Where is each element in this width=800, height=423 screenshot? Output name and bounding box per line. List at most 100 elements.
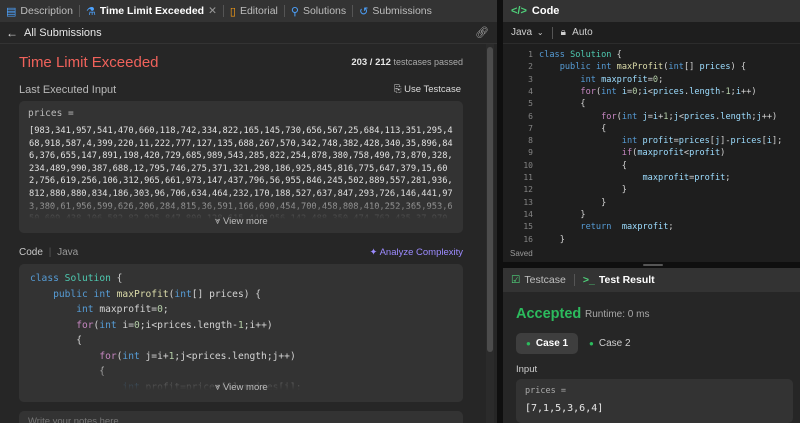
line-number: 8 [528,136,533,146]
last-input-box: prices = [983,341,957,541,470,660,118,74… [19,101,463,233]
use-testcase-button[interactable]: ⎘ Use Testcase [394,84,461,95]
line-number: 1 [528,50,533,59]
auto-mode-button[interactable]: 🔒︎ Auto [561,27,593,38]
view-more-input-button[interactable]: ⩔ View more [215,216,268,227]
last-input-label: Last Executed Input [19,84,117,96]
chevrons-down-icon: ⩔ [215,382,221,393]
analyze-label: Analyze Complexity [379,247,463,258]
tab-test-result[interactable]: >_ Test Result [583,274,655,286]
input-var-name: prices = [28,108,74,119]
passed-count: 203 / 212 [351,57,391,68]
fade-overlay [19,193,463,233]
pass-dot-icon: ● [589,339,594,348]
input-label: Input [516,364,538,375]
editor-code-line[interactable]: for(int i=0;i<prices.length-1;i++) [539,87,756,97]
code-editor-panel: </> Code Java ⌄ 🔒︎ Auto 1 2 3 4 5 6 7 8 9 10 11 12 1… [503,0,800,262]
code-line: public int maxProfit(int[] prices) { [53,288,262,300]
result-input-box: prices = [7,1,5,3,6,4] [516,379,793,423]
editor-code-line[interactable]: { [539,124,606,134]
code-line: class Solution { [30,273,123,284]
line-number: 2 [528,62,533,72]
case-label: Case 1 [535,338,569,349]
editor-code-line[interactable]: int profit=prices[j]-prices[i]; [539,136,783,146]
runtime: Runtime: 0 ms [585,309,650,320]
editor-code-line[interactable]: { [539,99,585,109]
submission-header: ← All Submissions 🔗︎ [0,22,497,44]
description-icon: ▤ [6,5,17,18]
input-var-name: prices = [525,386,566,396]
tab-label: Editorial [239,5,278,17]
editor-code-line[interactable]: if(maxprofit<profit) [539,148,726,158]
auto-label: Auto [572,27,593,38]
line-number: 3 [528,74,533,84]
all-submissions-link[interactable]: All Submissions [24,27,102,39]
editor-code-line[interactable]: } [539,235,565,245]
testcase-icon: ⎘ [393,84,402,95]
editor-code-line[interactable]: public int maxProfit(int[] prices) { [539,62,746,72]
link-icon[interactable]: 🔗︎ [475,26,489,39]
checkbox-icon: ☑ [511,274,521,286]
editor-code-line[interactable]: } [539,198,606,208]
tab-testcase[interactable]: ☑ Testcase [511,274,566,286]
editor-code-line[interactable]: maxprofit=profit; [539,173,730,183]
testcases-passed: 203 / 212 testcases passed [351,57,463,68]
editor-code-line[interactable]: class Solution { [539,50,622,60]
line-number: 9 [528,148,533,158]
terminal-icon: >_ [582,274,595,286]
editor-code-line[interactable]: } [539,210,585,220]
left-scrollbar[interactable] [486,44,494,423]
tab-label: Description [20,5,73,17]
line-number: 6 [528,111,533,121]
scrollbar-thumb[interactable] [487,47,493,352]
toolbar-separator [551,26,553,39]
back-arrow-icon[interactable]: ← [6,26,18,40]
history-icon: ↺ [359,5,369,18]
code-language: Java [57,247,79,258]
chevron-down-icon: ⌄ [536,28,544,37]
analyze-complexity-button[interactable]: ✦ Analyze Complexity [369,247,463,258]
tab-editorial[interactable]: ▯ Editorial [224,0,284,22]
tab-submissions[interactable]: ↺ Submissions [353,0,438,22]
result-tab-label: Test Result [598,274,655,286]
editor-code-line[interactable]: { [539,161,627,171]
code-label: Code | Java [19,247,79,258]
line-number: 14 [523,209,533,219]
case-2-button[interactable]: ● Case 2 [579,333,641,354]
editor-code-line[interactable]: for(int j=i+1;j<prices.length;j++) [539,112,777,122]
sparkle-icon: ✦ [369,247,378,258]
case-1-button[interactable]: ● Case 1 [516,333,579,354]
code-line: int maxprofit=0; [76,304,169,315]
passed-suffix: testcases passed [393,57,463,67]
chevrons-down-icon: ⩔ [215,216,221,227]
language-select[interactable]: Java ⌄ [511,27,544,38]
code-line: for(int i=0;i<prices.length-1;i++) [76,319,273,331]
splitter-grip[interactable] [643,264,663,266]
testcase-tab-label: Testcase [524,274,566,286]
tab-separator [573,274,575,286]
result-status: Accepted [516,306,582,322]
notes-input[interactable]: Write your notes here... [19,411,463,423]
language-label: Java [511,27,533,38]
close-icon[interactable]: ✕ [208,5,217,17]
line-number: 16 [523,234,533,244]
tab-description[interactable]: ▤ Description [0,0,79,22]
view-more-label: View more [223,216,268,227]
line-number: 7 [528,123,533,133]
editor-toolbar: Java ⌄ 🔒︎ Auto [503,22,800,44]
code-title: Code [19,247,43,258]
code-icon: </> [511,5,527,17]
tab-bar: ▤ Description ⚗ Time Limit Exceeded ✕ ▯ … [0,0,497,22]
code-line: for(int j=i+1;j<prices.length;j++) [99,350,296,362]
editor-code-line[interactable]: return maxprofit; [539,222,673,232]
editor-code-line[interactable]: int maxprofit=0; [539,75,663,85]
view-more-code-button[interactable]: ⩔ View more [215,382,268,393]
pass-dot-icon: ● [526,339,531,348]
view-more-label: View more [223,382,268,393]
lock-icon: 🔒︎ [560,27,566,38]
use-testcase-label: Use Testcase [404,84,461,95]
tab-solutions[interactable]: ⚲ Solutions [285,0,352,22]
tab-time-limit-exceeded[interactable]: ⚗ Time Limit Exceeded ✕ [80,0,223,22]
code-line: { [30,335,82,346]
line-number: 12 [523,185,533,195]
editor-code-line[interactable]: } [539,185,627,195]
